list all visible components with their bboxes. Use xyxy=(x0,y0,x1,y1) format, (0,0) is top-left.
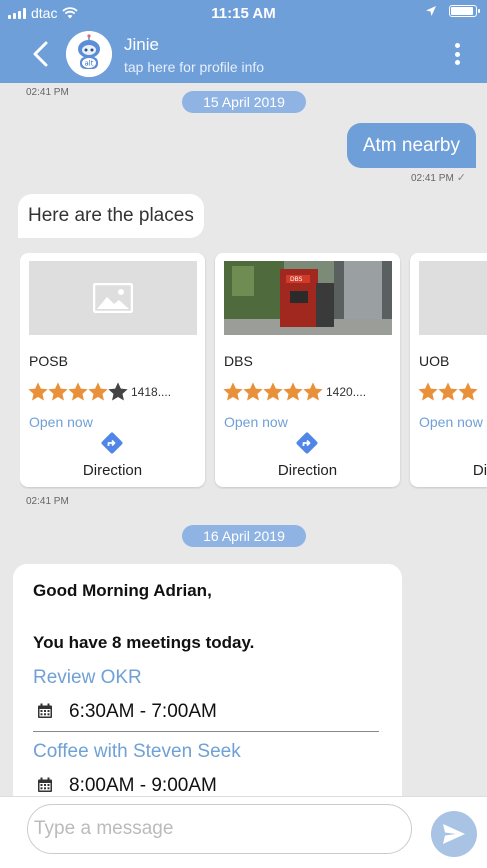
star-icon xyxy=(303,382,323,401)
send-button[interactable] xyxy=(431,811,477,857)
star-icon xyxy=(438,382,458,401)
direction-icon[interactable] xyxy=(100,431,124,455)
more-options-icon[interactable] xyxy=(455,43,461,67)
meeting-time: 8:00AM - 9:00AM xyxy=(69,775,217,796)
rating-stars xyxy=(417,381,478,403)
star-icon xyxy=(458,382,478,401)
divider xyxy=(33,731,379,732)
delivered-check-icon: ✓ xyxy=(456,172,466,184)
place-name: POSB xyxy=(29,353,68,369)
calendar-icon xyxy=(38,777,52,792)
star-icon xyxy=(48,382,68,401)
date-divider: 15 April 2019 xyxy=(182,91,306,113)
svg-text:DBS: DBS xyxy=(290,276,303,283)
rating-count: 1420.... xyxy=(326,385,367,399)
outgoing-message-text: Atm nearby xyxy=(362,135,460,156)
meeting-time: 6:30AM - 7:00AM xyxy=(69,701,217,722)
place-card[interactable]: UOB Open now Direction xyxy=(410,253,487,487)
star-icon xyxy=(223,382,243,401)
robot-icon: alt xyxy=(66,31,112,77)
incoming-message: Here are the places xyxy=(18,194,204,238)
open-status: Open now xyxy=(224,414,288,430)
rating-count: 1418.... xyxy=(131,385,172,399)
message-timestamp: 02:41 PM xyxy=(26,87,69,98)
image-placeholder-icon xyxy=(93,283,133,313)
place-image-placeholder xyxy=(29,261,197,335)
outgoing-time: 02:41 PM xyxy=(410,173,454,184)
chat-subtitle[interactable]: tap here for profile info xyxy=(124,59,264,75)
cards-timestamp: 02:41 PM xyxy=(26,496,69,507)
back-arrow-icon[interactable] xyxy=(30,40,52,68)
atm-photo: DBS xyxy=(224,261,392,335)
greeting-text: Good Morning Adrian, xyxy=(33,581,212,600)
place-photo: DBS xyxy=(224,261,392,335)
incoming-message-text: Here are the places xyxy=(28,205,194,226)
meeting-title[interactable]: Coffee with Steven Seek xyxy=(33,741,241,763)
places-carousel[interactable]: POSB 1418.... Open now Direction DBS DBS… xyxy=(20,253,487,489)
message-composer: Type a message xyxy=(0,796,487,868)
battery-icon xyxy=(449,5,480,17)
open-status: Open now xyxy=(29,414,93,430)
place-name: DBS xyxy=(224,353,253,369)
rating-stars: 1418.... xyxy=(27,381,171,403)
message-input[interactable]: Type a message xyxy=(27,804,412,854)
status-bar: dtac 11:15 AM xyxy=(0,0,487,28)
rating-stars: 1420.... xyxy=(222,381,366,403)
direction-button[interactable]: Direction xyxy=(410,462,487,479)
place-card[interactable]: POSB 1418.... Open now Direction xyxy=(20,253,205,487)
calendar-icon xyxy=(38,703,52,718)
star-icon xyxy=(418,382,438,401)
open-status: Open now xyxy=(419,414,483,430)
outgoing-timestamp: 02:41 PM ✓ xyxy=(411,171,466,184)
direction-icon[interactable] xyxy=(295,431,319,455)
place-image-placeholder xyxy=(419,261,487,335)
star-icon xyxy=(283,382,303,401)
star-icon xyxy=(28,382,48,401)
clock: 11:15 AM xyxy=(211,5,276,22)
star-icon xyxy=(88,382,108,401)
meetings-message: Good Morning Adrian, You have 8 meetings… xyxy=(13,564,402,824)
direction-button[interactable]: Direction xyxy=(215,462,400,479)
place-card[interactable]: DBS DBS 1420.... Open now Direction xyxy=(215,253,400,487)
direction-button[interactable]: Direction xyxy=(20,462,205,479)
star-empty-icon xyxy=(108,382,128,401)
send-icon xyxy=(443,824,465,844)
star-icon xyxy=(263,382,283,401)
chat-title[interactable]: Jinie xyxy=(124,35,159,55)
place-name: UOB xyxy=(419,353,450,369)
bot-avatar[interactable]: alt xyxy=(66,31,112,77)
star-icon xyxy=(243,382,263,401)
location-icon xyxy=(426,6,436,16)
meetings-summary: You have 8 meetings today. xyxy=(33,633,255,652)
date-divider: 16 April 2019 xyxy=(182,525,306,547)
app-header: dtac 11:15 AM alt Jinie tap here for pro… xyxy=(0,0,487,83)
meeting-title[interactable]: Review OKR xyxy=(33,667,142,689)
outgoing-message: Atm nearby xyxy=(346,123,476,168)
svg-text:alt: alt xyxy=(85,60,94,68)
star-icon xyxy=(68,382,88,401)
